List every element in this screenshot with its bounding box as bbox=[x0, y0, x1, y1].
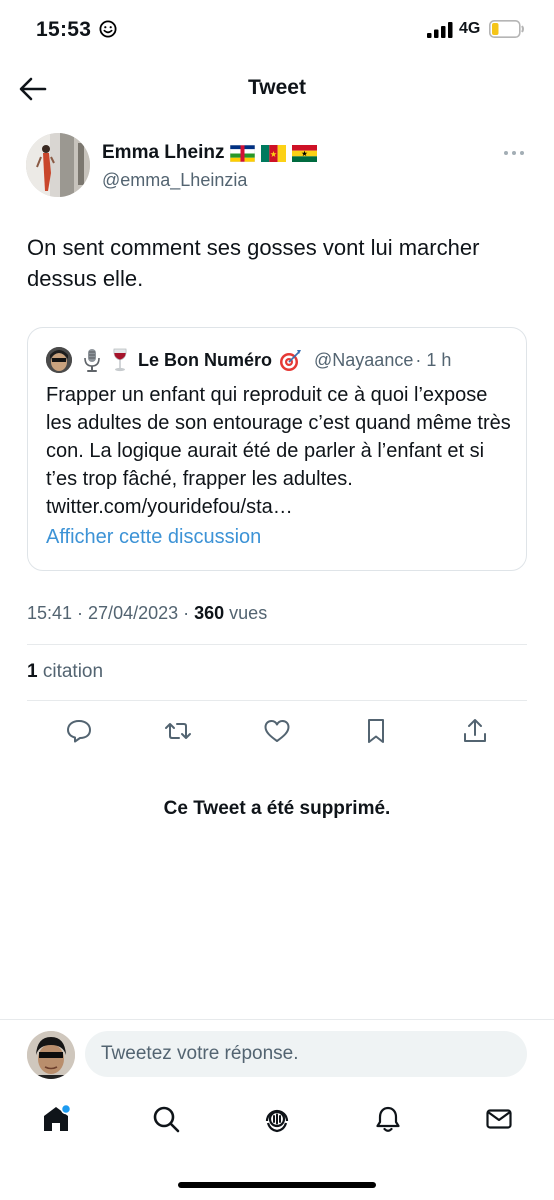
more-options-icon[interactable] bbox=[503, 148, 525, 158]
divider bbox=[27, 644, 527, 645]
battery-icon bbox=[489, 20, 524, 38]
quoted-author-handle: @Nayaance bbox=[314, 349, 414, 370]
author-name-row: Emma Lheinz bbox=[102, 142, 318, 164]
views-count: 360 bbox=[194, 603, 225, 623]
page-title: Tweet bbox=[248, 76, 306, 99]
current-user-avatar[interactable] bbox=[27, 1031, 75, 1079]
deleted-tweet-notice: Ce Tweet a été supprimé. bbox=[163, 798, 391, 819]
tweet-timestamp-row: 15:41 · 27/04/2023 · 360 vues bbox=[27, 603, 267, 624]
show-thread-link[interactable]: Afficher cette discussion bbox=[46, 526, 261, 549]
share-icon[interactable] bbox=[460, 716, 490, 746]
divider bbox=[27, 700, 527, 701]
quoted-tweet-text: Frapper un enfant qui reproduit ce à quo… bbox=[46, 384, 511, 518]
tweet-action-bar bbox=[0, 712, 554, 752]
home-icon[interactable] bbox=[41, 1104, 71, 1134]
reply-icon[interactable] bbox=[64, 716, 94, 746]
dart-target-emoji-icon bbox=[280, 350, 302, 371]
central-african-republic-flag-icon bbox=[230, 144, 256, 162]
reply-bar-divider bbox=[0, 1019, 554, 1020]
citation-count-row[interactable]: 1 citation bbox=[27, 661, 103, 683]
messages-icon[interactable] bbox=[484, 1104, 514, 1134]
bookmark-icon[interactable] bbox=[361, 716, 391, 746]
citation-label: citation bbox=[37, 661, 104, 682]
quoted-author-avatar-image bbox=[46, 347, 72, 373]
quoted-tweet-header: Le Bon Numéro @Nayaance · 1 h bbox=[46, 347, 451, 373]
author-name[interactable]: Emma Lheinz bbox=[102, 142, 224, 164]
like-heart-icon[interactable] bbox=[262, 716, 292, 746]
author-avatar[interactable] bbox=[26, 133, 90, 197]
tweet-text: On sent comment ses gosses vont lui marc… bbox=[27, 235, 480, 291]
quoted-author-avatar bbox=[46, 347, 72, 373]
cameroon-flag-icon bbox=[261, 144, 287, 162]
quoted-tweet-card[interactable]: Le Bon Numéro @Nayaance · 1 h Frapper un… bbox=[27, 327, 527, 571]
microphone-emoji-icon bbox=[84, 349, 100, 372]
search-icon[interactable] bbox=[151, 1104, 181, 1134]
smiley-icon bbox=[99, 20, 117, 38]
status-time: 15:53 bbox=[36, 18, 92, 41]
top-navigation-bar: Tweet bbox=[0, 62, 554, 118]
citation-count: 1 bbox=[27, 661, 38, 682]
author-handle[interactable]: @emma_Lheinzia bbox=[102, 170, 247, 191]
author-avatar-image bbox=[26, 133, 90, 197]
quoted-tweet-age: · 1 h bbox=[415, 349, 452, 370]
notifications-icon[interactable] bbox=[373, 1104, 403, 1134]
ghana-flag-icon bbox=[292, 144, 318, 162]
cellular-signal-icon bbox=[427, 22, 453, 38]
wine-glass-emoji-icon bbox=[113, 348, 127, 372]
spaces-icon[interactable] bbox=[262, 1104, 292, 1134]
retweet-icon[interactable] bbox=[163, 716, 193, 746]
status-bar: 15:53 4G bbox=[0, 0, 554, 62]
network-type: 4G bbox=[459, 20, 481, 37]
reply-input[interactable] bbox=[85, 1031, 527, 1077]
quoted-author-name: Le Bon Numéro bbox=[138, 349, 273, 370]
views-label: vues bbox=[224, 603, 268, 623]
bottom-tab-bar bbox=[0, 1098, 554, 1148]
tweet-time: 15:41 · 27/04/2023 · bbox=[27, 603, 195, 623]
home-indicator bbox=[178, 1182, 376, 1188]
current-user-avatar-image bbox=[27, 1031, 75, 1079]
